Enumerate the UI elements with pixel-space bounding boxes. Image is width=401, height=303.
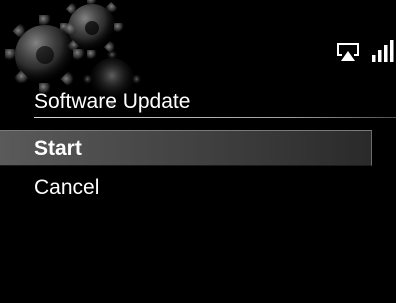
- airplay-icon: [336, 42, 360, 62]
- start-button[interactable]: Start: [0, 130, 372, 166]
- page-title: Software Update: [34, 90, 191, 113]
- signal-strength-icon: [372, 40, 394, 62]
- title-divider: [34, 117, 396, 118]
- cancel-button[interactable]: Cancel: [0, 170, 372, 206]
- status-bar: [336, 40, 394, 62]
- update-screen: Software Update Start Cancel: [0, 0, 396, 303]
- start-button-label: Start: [34, 137, 82, 160]
- cancel-button-label: Cancel: [34, 176, 100, 199]
